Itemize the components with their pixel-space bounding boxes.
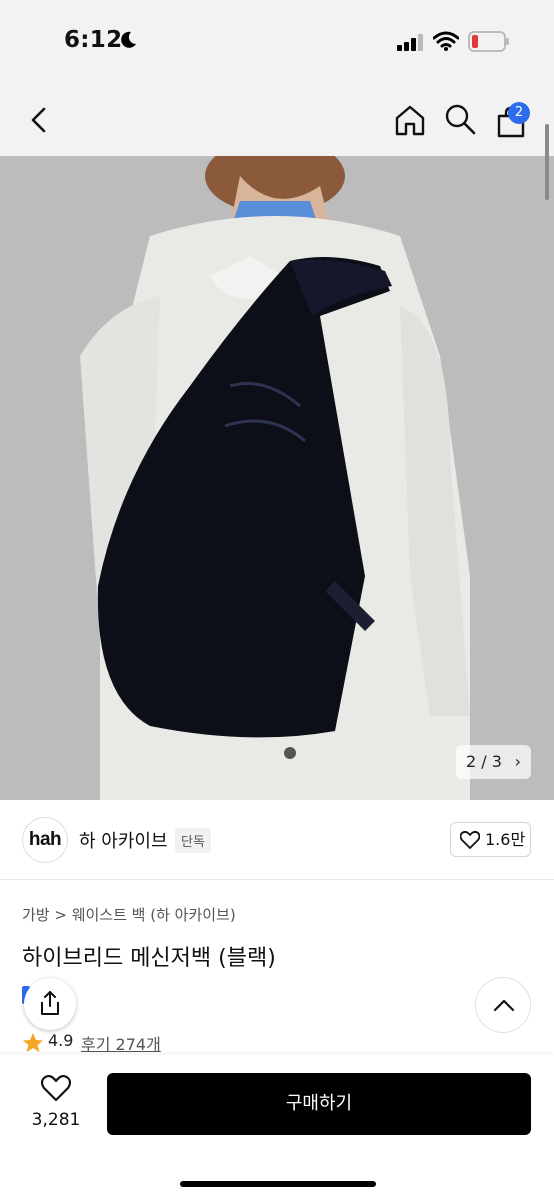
home-indicator xyxy=(180,1181,376,1187)
wishlist-button[interactable]: 3,281 xyxy=(22,1074,90,1135)
status-bar: 6:12 xyxy=(0,0,554,84)
brand-row: hah 하 아카이브 단독 1.6만 xyxy=(0,800,554,880)
breadcrumb[interactable]: 가방 > 웨이스트 백 (하 아카이브) xyxy=(22,904,236,925)
moon-icon xyxy=(121,31,136,48)
buy-button[interactable]: 구매하기 xyxy=(107,1073,531,1135)
product-title: 하이브리드 메신저백 (블랙) xyxy=(22,946,276,971)
pager-label: 2 / 3 xyxy=(466,752,502,771)
brand-logo[interactable]: hah xyxy=(22,817,68,863)
back-icon[interactable] xyxy=(28,106,50,134)
share-button[interactable] xyxy=(24,978,76,1030)
product-image-gallery[interactable]: 2 / 3 › xyxy=(0,156,554,800)
battery-icon xyxy=(468,31,509,52)
cart-count-badge: 2 xyxy=(508,102,530,124)
wifi-icon xyxy=(433,31,459,51)
wishlist-count: 3,281 xyxy=(31,1110,81,1130)
review-link[interactable]: 후기 274개 xyxy=(81,1031,161,1055)
top-nav-bar: 2 xyxy=(0,84,554,156)
image-pager[interactable]: 2 / 3 › xyxy=(456,745,531,779)
chevron-right-icon: › xyxy=(514,752,521,771)
rating-value: 4.9 xyxy=(48,1031,74,1050)
product-photo xyxy=(0,156,554,800)
scroll-indicator xyxy=(545,124,549,200)
scroll-top-button[interactable] xyxy=(475,977,531,1033)
signal-icon xyxy=(397,34,423,51)
home-icon[interactable] xyxy=(393,103,427,137)
chevron-up-icon xyxy=(493,999,515,1012)
star-icon xyxy=(23,1033,43,1052)
bottom-purchase-bar: 3,281 구매하기 xyxy=(0,1055,554,1200)
brand-name[interactable]: 하 아카이브 xyxy=(79,827,168,853)
exclusive-badge: 단독 xyxy=(175,828,211,853)
heart-icon xyxy=(40,1074,72,1102)
share-icon xyxy=(41,991,59,1015)
heart-icon xyxy=(460,831,480,849)
status-time: 6:12 xyxy=(64,27,123,53)
search-icon[interactable] xyxy=(444,103,476,135)
brand-like-button[interactable]: 1.6만 xyxy=(450,822,531,857)
brand-like-count: 1.6만 xyxy=(485,830,526,849)
